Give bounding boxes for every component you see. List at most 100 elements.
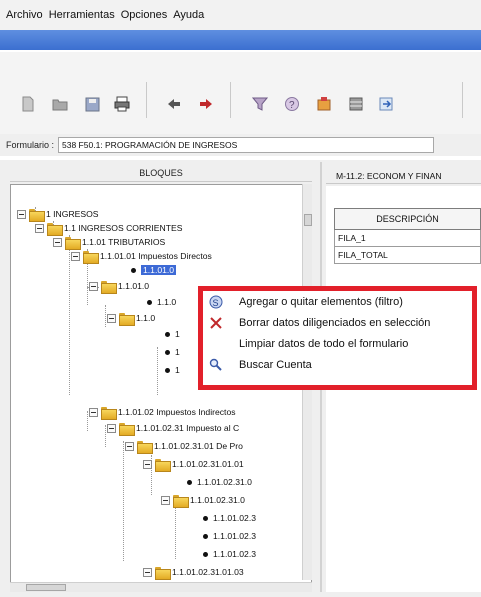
tree-node[interactable]: 1.1.01.02.31.0 [161, 493, 245, 508]
delete-x-icon [207, 316, 225, 330]
tree-connector [105, 305, 106, 327]
collapse-icon[interactable] [89, 407, 98, 417]
tree-node[interactable]: 1.1.01.02.3 [203, 547, 256, 561]
context-menu: S Agregar o quitar elementos (filtro) Bo… [198, 286, 477, 390]
export-icon[interactable] [378, 96, 394, 112]
tree-node[interactable]: 1 INGRESOS [17, 207, 99, 222]
tree-node[interactable]: 1 [165, 363, 180, 377]
menu-item-label: Buscar Cuenta [239, 358, 312, 371]
tree-node-label: 1.1.01.0 [118, 281, 150, 291]
help-icon[interactable]: ? [284, 96, 300, 112]
svg-text:?: ? [289, 100, 295, 111]
tree-node-label: 1.1.0 [157, 297, 177, 307]
filter-icon[interactable] [252, 96, 268, 112]
collapse-icon[interactable] [71, 251, 80, 261]
leaf-bullet-icon [165, 367, 170, 373]
save-icon[interactable] [84, 96, 100, 112]
tree-node-label: 1.1.01.01 Impuestos Directos [100, 251, 212, 261]
back-icon[interactable] [166, 96, 182, 112]
collapse-icon[interactable] [35, 223, 44, 233]
tree-node[interactable]: 1 [165, 345, 180, 359]
leaf-bullet-icon [203, 533, 208, 539]
tree-node-label: 1.1 INGRESOS CORRIENTES [64, 223, 183, 233]
tree-horizontal-scrollbar[interactable] [10, 582, 312, 592]
form-selector-bar: Formulario : 538 F50.1: PROGRAMACIÓN DE … [0, 134, 481, 156]
toolbar-separator [462, 82, 463, 118]
folder-icon [65, 236, 81, 250]
collapse-icon[interactable] [17, 209, 26, 219]
tree-connector [69, 235, 70, 395]
tree-node[interactable]: 1.1.01 TRIBUTARIOS [53, 235, 166, 250]
scroll-thumb[interactable] [26, 584, 66, 591]
tree-node-label: 1 [175, 329, 180, 339]
toolbar [0, 52, 481, 144]
building-icon[interactable] [316, 96, 332, 112]
tree-node[interactable]: 1.1.01.02.31.01 De Pro [125, 439, 243, 454]
toolbar-separator [146, 82, 147, 118]
menu-item-delete-selection[interactable]: Borrar datos diligenciados en selección [203, 313, 473, 332]
collapse-icon[interactable] [161, 495, 170, 505]
collapse-icon[interactable] [143, 567, 152, 577]
collapse-icon[interactable] [89, 281, 98, 291]
tree-node[interactable]: 1.1.01.02.3 [203, 529, 256, 543]
collapse-icon[interactable] [143, 459, 152, 469]
tree-node[interactable]: 1.1.01.02.31.0 [187, 475, 252, 489]
sheet-tab[interactable]: M-11.2: ECONOM Y FINAN [326, 168, 481, 184]
tree-node-label: 1 [175, 365, 180, 375]
menu-item-label: Agregar o quitar elementos (filtro) [239, 295, 403, 308]
tree-node-label: 1.1.01.02 Impuestos Indirectos [118, 407, 236, 417]
tree-node-label: 1.1.01.02.31.0 [197, 477, 252, 487]
menu-herramientas[interactable]: Herramientas [49, 9, 115, 21]
tree-connector [175, 503, 176, 559]
tree-node-label: 1.1.01.02.31 Impuesto al C [136, 423, 240, 433]
tree-node[interactable]: 1.1.01.01 Impuestos Directos [71, 249, 212, 264]
tree-node[interactable]: 1.1.0 [107, 311, 155, 326]
tree-node-label: 1.1.01.02.3 [213, 513, 257, 523]
tree-node[interactable]: 1.1 INGRESOS CORRIENTES [35, 221, 183, 236]
folder-icon [101, 406, 117, 420]
menu-item-search-account[interactable]: Buscar Cuenta [203, 355, 473, 374]
collapse-icon[interactable] [107, 313, 116, 323]
menu-item-label: Limpiar datos de todo el formulario [239, 337, 409, 350]
menu-ayuda[interactable]: Ayuda [173, 9, 204, 21]
menu-archivo[interactable]: Archivo [6, 9, 43, 21]
tree-node-label: 1.1.01 TRIBUTARIOS [82, 237, 166, 247]
print-icon[interactable] [114, 96, 130, 112]
menu-item-filter[interactable]: S Agregar o quitar elementos (filtro) [203, 292, 473, 311]
grid-cell[interactable]: FILA_1 [334, 230, 481, 247]
tree-node[interactable]: 1.1.01.02.31.01.01 [143, 457, 244, 472]
forward-icon[interactable] [198, 96, 214, 112]
tree-node[interactable]: 1.1.01.02 Impuestos Indirectos [89, 405, 236, 420]
folder-icon [29, 208, 45, 222]
tree-node[interactable]: 1.1.0 [147, 295, 176, 309]
folder-icon [155, 566, 171, 580]
tree-connector [105, 425, 106, 447]
collapse-icon[interactable] [107, 423, 116, 433]
open-folder-icon[interactable] [52, 96, 68, 112]
grid-cell[interactable]: FILA_TOTAL [334, 247, 481, 264]
tree-node[interactable]: 1.1.01.0 [89, 279, 150, 294]
tree-node-label-selected: 1.1.01.0 [141, 265, 177, 275]
form-select[interactable]: 538 F50.1: PROGRAMACIÓN DE INGRESOS [58, 137, 435, 153]
new-document-icon[interactable] [20, 96, 36, 112]
collapse-icon[interactable] [125, 441, 134, 451]
leaf-bullet-icon [147, 299, 152, 305]
folder-icon [83, 250, 99, 264]
folder-icon [155, 458, 171, 472]
tree-node-label: 1.1.01.02.3 [213, 531, 257, 541]
tree-node[interactable]: 1.1.01.02.31 Impuesto al C [107, 421, 240, 436]
tree-node[interactable]: 1 [165, 327, 180, 341]
tree-node[interactable]: 1.1.01.0 [131, 263, 177, 277]
tree-node-label: 1 [175, 347, 180, 357]
menu-item-label: Borrar datos diligenciados en selección [239, 316, 431, 329]
tree-connector [87, 411, 88, 431]
table-icon[interactable] [348, 96, 364, 112]
scroll-thumb[interactable] [304, 214, 312, 226]
folder-icon [101, 280, 117, 294]
tree-node[interactable]: 1.1.01.02.31.01.03 [143, 565, 244, 580]
leaf-bullet-icon [165, 349, 170, 355]
menu-item-clear-form[interactable]: Limpiar datos de todo el formulario [203, 334, 473, 353]
tree-node[interactable]: 1.1.01.02.3 [203, 511, 256, 525]
collapse-icon[interactable] [53, 237, 62, 247]
menu-opciones[interactable]: Opciones [121, 9, 167, 21]
